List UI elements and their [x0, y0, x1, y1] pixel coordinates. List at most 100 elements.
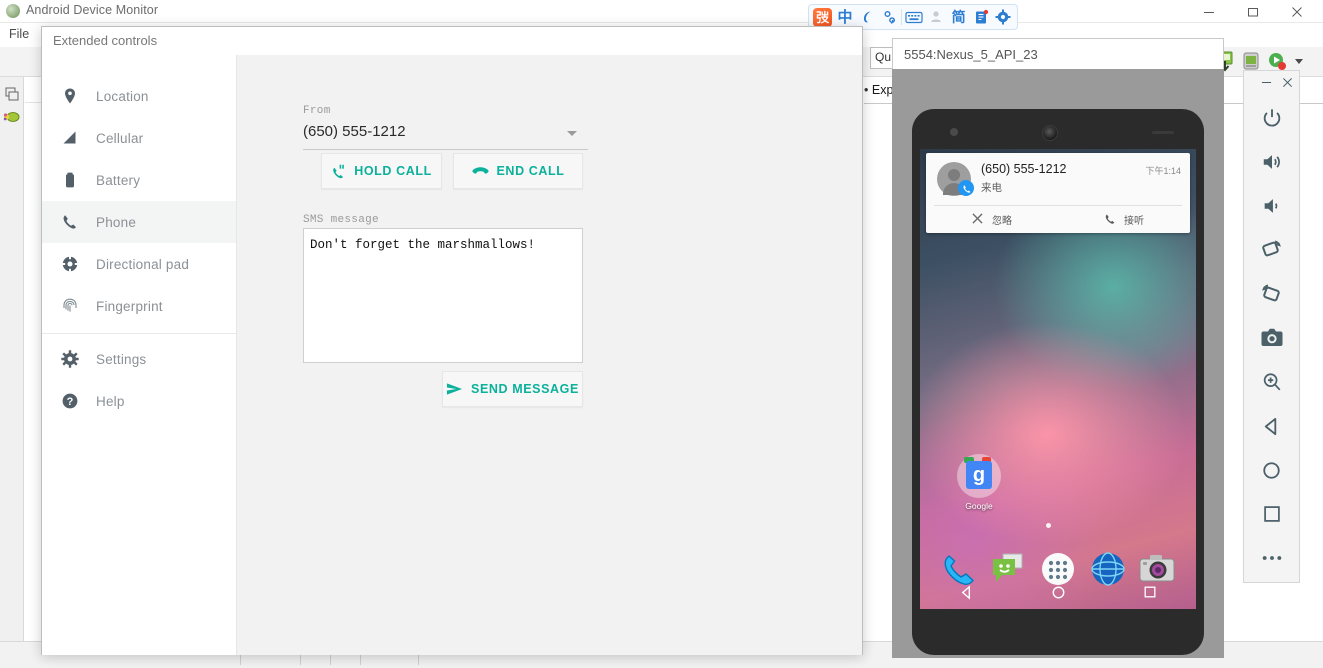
chevron-down-icon[interactable]	[1293, 50, 1305, 72]
hold-call-button[interactable]: HOLD CALL	[321, 153, 442, 189]
phone-hold-icon	[331, 164, 346, 179]
home-nav-icon[interactable]	[1051, 585, 1066, 600]
notification-caller: (650) 555-1212	[981, 162, 1067, 176]
rotate-left-icon[interactable]	[1244, 228, 1299, 272]
toolbox-icon[interactable]	[970, 6, 991, 28]
sidebar-item-directional-pad[interactable]: Directional pad	[42, 243, 236, 285]
sidebar-divider	[42, 333, 236, 334]
incoming-call-notification[interactable]: (650) 555-1212 来电 下午1:14 忽略 接听	[926, 153, 1190, 233]
sidebar-item-label: Phone	[96, 214, 137, 230]
send-message-button[interactable]: SEND MESSAGE	[442, 371, 583, 407]
back-icon[interactable]	[1244, 404, 1299, 448]
help-circle-icon: ?	[60, 391, 80, 411]
android-bug-icon[interactable]	[3, 108, 21, 126]
end-call-label: END CALL	[496, 164, 565, 178]
sidebar-item-battery[interactable]: Battery	[42, 159, 236, 201]
more-icon[interactable]	[1244, 536, 1299, 580]
ime-divider	[901, 9, 903, 25]
google-folder-label: Google	[965, 501, 993, 511]
android-logo-icon	[6, 4, 20, 18]
gear-icon	[60, 349, 80, 369]
power-icon[interactable]	[1244, 96, 1299, 140]
back-nav-icon[interactable]	[959, 584, 974, 600]
soft-keyboard-icon[interactable]	[903, 6, 924, 28]
send-message-label: SEND MESSAGE	[471, 382, 579, 396]
adm-title-bar: Android Device Monitor	[0, 0, 1323, 23]
emulator-title-text: 5554:Nexus_5_API_23	[904, 47, 1038, 62]
extended-controls-title: Extended controls	[53, 33, 158, 48]
notification-status: 来电	[981, 182, 1002, 194]
end-call-icon	[471, 165, 489, 178]
home-icon[interactable]	[1244, 448, 1299, 492]
end-call-button[interactable]: END CALL	[453, 153, 583, 189]
moon-icon[interactable]	[857, 6, 878, 28]
emulator-toolbar	[1243, 70, 1300, 583]
notification-header: (650) 555-1212 来电 下午1:14	[926, 153, 1190, 205]
emulator-title-bar[interactable]: 5554:Nexus_5_API_23	[892, 38, 1224, 69]
from-field-underline	[303, 149, 588, 150]
sidebar-item-label: Cellular	[96, 130, 144, 146]
google-folder-letter: g	[966, 461, 992, 489]
window-controls	[1187, 0, 1319, 23]
volume-up-icon[interactable]	[1244, 140, 1299, 184]
sidebar-item-label: Settings	[96, 351, 147, 367]
extended-controls-window: Extended controls Location Cellular Batt…	[41, 26, 863, 655]
phone-bezel: (650) 555-1212 来电 下午1:14 忽略 接听 g Google	[912, 109, 1204, 655]
sidebar-item-phone[interactable]: Phone	[42, 201, 236, 243]
close-icon[interactable]	[1282, 77, 1293, 91]
extended-controls-title-bar: Extended controls	[42, 27, 862, 55]
chinese-mode-icon[interactable]: 中	[834, 6, 855, 28]
close-x-icon	[972, 212, 983, 227]
earpiece-speaker-icon	[1152, 131, 1174, 134]
location-pin-icon	[60, 86, 80, 106]
settings-gear-icon[interactable]	[993, 6, 1014, 28]
minimize-icon[interactable]	[1261, 77, 1272, 91]
simplified-icon[interactable]: 简	[948, 6, 969, 28]
overview-nav-icon[interactable]	[1143, 585, 1157, 599]
sidebar-item-settings[interactable]: Settings	[42, 338, 236, 380]
chevron-down-icon[interactable]	[567, 131, 577, 136]
from-phone-number-field[interactable]: (650) 555-1212	[303, 123, 588, 140]
emulator-window: 5554:Nexus_5_API_23 (650) 555-1212 来电 下午…	[892, 38, 1225, 658]
devices-icon[interactable]	[3, 85, 21, 103]
directional-pad-icon	[60, 254, 80, 274]
sms-message-input[interactable]: Don't forget the marshmallows!	[303, 228, 583, 363]
screen-root: Android Device Monitor File Qu • Expl 弢 …	[0, 0, 1323, 668]
minimize-icon[interactable]	[1187, 0, 1231, 23]
user-icon[interactable]	[926, 6, 947, 28]
punctuation-icon[interactable]	[879, 6, 900, 28]
front-camera-icon	[1042, 125, 1058, 141]
screenshot-camera-icon[interactable]	[1244, 316, 1299, 360]
maximize-icon[interactable]	[1231, 0, 1275, 23]
close-icon[interactable]	[1275, 0, 1319, 23]
play-green-icon[interactable]	[1267, 50, 1287, 72]
emulator-toolbar-window-controls	[1244, 71, 1299, 96]
fingerprint-icon	[60, 296, 80, 316]
sidebar-item-label: Help	[96, 393, 125, 409]
rotate-right-icon[interactable]	[1244, 272, 1299, 316]
phone-screen[interactable]: (650) 555-1212 来电 下午1:14 忽略 接听 g Google	[920, 149, 1196, 609]
adm-left-rail	[0, 77, 24, 641]
volume-down-icon[interactable]	[1244, 184, 1299, 228]
home-page-indicator	[1046, 523, 1051, 528]
dismiss-call-button[interactable]: 忽略	[926, 206, 1058, 233]
dismiss-call-label: 忽略	[992, 216, 1012, 227]
sidebar-item-cellular[interactable]: Cellular	[42, 117, 236, 159]
sidebar-item-label: Fingerprint	[96, 298, 163, 314]
hold-call-label: HOLD CALL	[354, 164, 432, 178]
battery-icon	[60, 170, 80, 190]
sidebar-item-fingerprint[interactable]: Fingerprint	[42, 285, 236, 327]
sidebar-item-location[interactable]: Location	[42, 75, 236, 117]
sidebar-item-label: Battery	[96, 172, 141, 188]
proximity-sensor-icon	[950, 128, 958, 136]
sogou-logo-icon[interactable]: 弢	[812, 6, 833, 28]
sidebar-item-help[interactable]: ? Help	[42, 380, 236, 422]
device-screenshot-icon[interactable]	[1241, 50, 1261, 72]
phone-handset-icon	[60, 212, 80, 232]
menu-item-file[interactable]: File	[9, 27, 29, 41]
overview-icon[interactable]	[1244, 492, 1299, 536]
answer-call-button[interactable]: 接听	[1058, 206, 1190, 233]
extended-controls-sidebar: Location Cellular Battery Phone Directio…	[42, 55, 237, 655]
google-folder[interactable]: g Google	[953, 454, 1005, 511]
zoom-icon[interactable]	[1244, 360, 1299, 404]
